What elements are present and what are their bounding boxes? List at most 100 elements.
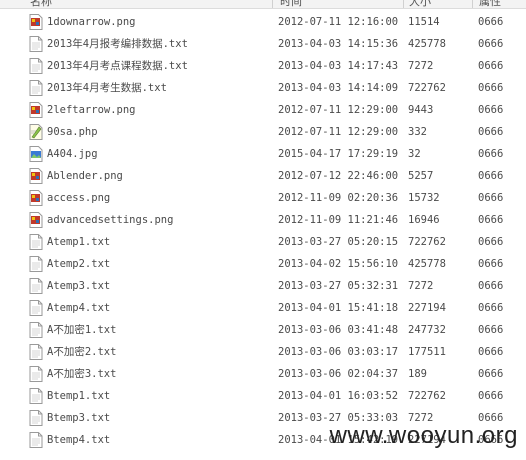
file-permission: 0666: [478, 16, 504, 28]
file-time: 2013-04-01 15:41:18: [278, 302, 399, 314]
file-size: 32: [408, 148, 421, 160]
file-name: 2013年4月考生数据.txt: [47, 82, 167, 94]
file-row[interactable]: 2leftarrow.png 2012-07-11 12:29:00 9443 066…: [0, 99, 526, 121]
text-file-icon: [29, 322, 43, 338]
file-time: 2013-04-01 16:03:52: [278, 390, 399, 402]
column-header-perm[interactable]: 属性: [479, 0, 501, 8]
file-permission: 0666: [478, 104, 504, 116]
file-row[interactable]: Atemp3.txt 2013-03-27 05:32:31 7272 0666: [0, 275, 526, 297]
file-name: Btemp4.txt: [47, 434, 111, 446]
file-permission: 0666: [478, 126, 504, 138]
file-time: 2013-03-06 03:41:48: [278, 324, 399, 336]
file-row[interactable]: 1downarrow.png 2012-07-11 12:16:00 11514 06…: [0, 11, 526, 33]
file-time: 2013-04-03 14:17:43: [278, 60, 399, 72]
image-file-icon: [29, 102, 43, 118]
file-permission: 0666: [478, 258, 504, 270]
file-size: 5257: [408, 170, 434, 182]
file-size: 722762: [408, 82, 446, 94]
file-name: advancedsettings.png: [47, 214, 174, 226]
file-row[interactable]: Atemp1.txt 2013-03-27 05:20:15 722762 0666: [0, 231, 526, 253]
file-row[interactable]: access.png 2012-11-09 02:20:36 15732 0666: [0, 187, 526, 209]
file-name: 2013年4月考点课程数据.txt: [47, 60, 188, 72]
column-header-bar: 名称 时间 大小 属性: [0, 0, 526, 9]
file-row[interactable]: Atemp2.txt 2013-04-02 15:56:10 425778 0666: [0, 253, 526, 275]
file-time: 2013-03-06 02:04:37: [278, 368, 399, 380]
column-header-size[interactable]: 大小: [409, 0, 431, 8]
file-size: 227194: [408, 302, 446, 314]
file-permission: 0666: [478, 368, 504, 380]
image-file-icon: [29, 14, 43, 30]
file-name: Atemp4.txt: [47, 302, 111, 314]
file-time: 2015-04-17 17:29:19: [278, 148, 399, 160]
text-file-icon: [29, 410, 43, 426]
file-size: 722762: [408, 390, 446, 402]
file-row[interactable]: 2013年4月考点课程数据.txt 2013-04-03 14:17:43 7272…: [0, 55, 526, 77]
file-size: 425778: [408, 38, 446, 50]
file-name: Atemp1.txt: [47, 236, 111, 248]
file-row[interactable]: 90sa.php 2012-07-11 12:29:00 332 0666: [0, 121, 526, 143]
file-time: 2012-11-09 11:21:46: [278, 214, 399, 226]
file-time: 2013-04-03 14:15:36: [278, 38, 399, 50]
file-permission: 0666: [478, 236, 504, 248]
column-header-name[interactable]: 名称: [30, 0, 52, 8]
file-time: 2013-03-06 03:03:17: [278, 346, 399, 358]
text-file-icon: [29, 388, 43, 404]
image-file-icon: [29, 168, 43, 184]
text-file-icon: [29, 432, 43, 448]
file-row[interactable]: advancedsettings.png 2012-11-09 11:21:46 1…: [0, 209, 526, 231]
file-permission: 0666: [478, 170, 504, 182]
file-row[interactable]: 2013年4月考生数据.txt 2013-04-03 14:14:09 722762…: [0, 77, 526, 99]
file-size: 7272: [408, 60, 434, 72]
column-divider[interactable]: [272, 0, 273, 8]
file-size: 177511: [408, 346, 446, 358]
file-name: access.png: [47, 192, 111, 204]
file-row[interactable]: Atemp4.txt 2013-04-01 15:41:18 227194 0666: [0, 297, 526, 319]
image-file-icon: [29, 190, 43, 206]
file-size: 425778: [408, 258, 446, 270]
file-row[interactable]: 2013年4月报考编排数据.txt 2013-04-03 14:15:36 4257…: [0, 33, 526, 55]
file-permission: 0666: [478, 148, 504, 160]
column-header-time[interactable]: 时间: [280, 0, 302, 8]
file-name: Atemp2.txt: [47, 258, 111, 270]
file-permission: 0666: [478, 324, 504, 336]
text-file-icon: [29, 300, 43, 316]
file-size: 9443: [408, 104, 434, 116]
file-row[interactable]: A不加密2.txt 2013-03-06 03:03:17 177511 0666: [0, 341, 526, 363]
column-divider[interactable]: [472, 0, 473, 8]
file-permission: 0666: [478, 302, 504, 314]
file-row[interactable]: A不加密3.txt 2013-03-06 02:04:37 189 0666: [0, 363, 526, 385]
text-file-icon: [29, 36, 43, 52]
file-name: A不加密1.txt: [47, 324, 117, 336]
file-time: 2013-03-27 05:20:15: [278, 236, 399, 248]
file-permission: 0666: [478, 82, 504, 94]
text-file-icon: [29, 80, 43, 96]
file-size: 247732: [408, 324, 446, 336]
file-time: 2012-07-11 12:16:00: [278, 16, 399, 28]
column-divider[interactable]: [403, 0, 404, 8]
file-size: 7272: [408, 280, 434, 292]
file-permission: 0666: [478, 38, 504, 50]
file-time: 2012-07-11 12:29:00: [278, 104, 399, 116]
file-name: Ablender.png: [47, 170, 123, 182]
file-time: 2012-07-11 12:29:00: [278, 126, 399, 138]
file-name: 1downarrow.png: [47, 16, 136, 28]
image-file-icon: [29, 212, 43, 228]
file-size: 11514: [408, 16, 440, 28]
file-row[interactable]: Ablender.png 2012-07-12 22:46:00 5257 0666: [0, 165, 526, 187]
file-time: 2013-04-02 15:56:10: [278, 258, 399, 270]
file-permission: 0666: [478, 214, 504, 226]
file-row[interactable]: Btemp1.txt 2013-04-01 16:03:52 722762 0666: [0, 385, 526, 407]
file-name: Btemp1.txt: [47, 390, 111, 402]
file-name: A不加密2.txt: [47, 346, 117, 358]
text-file-icon: [29, 58, 43, 74]
text-file-icon: [29, 256, 43, 272]
text-file-icon: [29, 366, 43, 382]
file-row[interactable]: A404.jpg 2015-04-17 17:29:19 32 0666: [0, 143, 526, 165]
file-row[interactable]: A不加密1.txt 2013-03-06 03:41:48 247732 0666: [0, 319, 526, 341]
file-size: 15732: [408, 192, 440, 204]
file-size: 332: [408, 126, 427, 138]
file-time: 2012-11-09 02:20:36: [278, 192, 399, 204]
file-permission: 0666: [478, 280, 504, 292]
file-size: 189: [408, 368, 427, 380]
file-permission: 0666: [478, 60, 504, 72]
